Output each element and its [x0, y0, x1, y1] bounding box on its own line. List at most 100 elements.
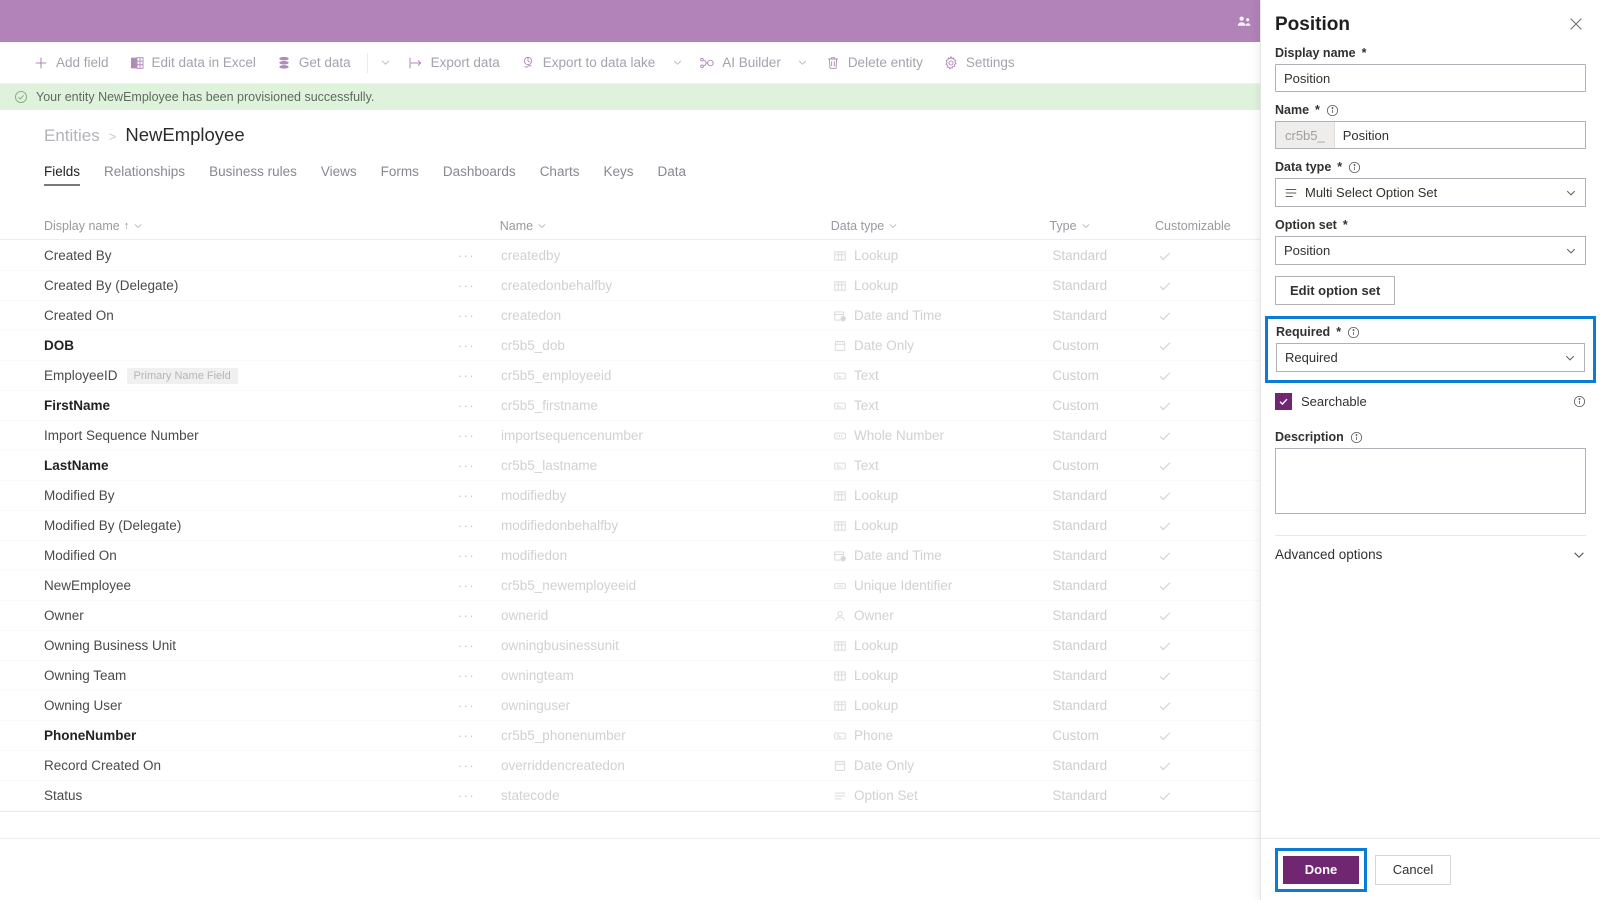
close-panel-button[interactable]	[1566, 14, 1586, 34]
edit-data-in-excel-button[interactable]: Edit data in Excel	[120, 49, 265, 77]
data-type-text: Lookup	[853, 518, 899, 533]
table-row[interactable]: NewEmployee ··· cr5b5_newemployeeid Unique …	[0, 571, 1260, 601]
row-more-options-button[interactable]: ···	[458, 638, 501, 653]
display-name-input[interactable]	[1275, 64, 1586, 92]
settings-button[interactable]: Settings	[934, 49, 1024, 77]
table-row[interactable]: Owning Business Unit ··· owningbusinessuni…	[0, 631, 1260, 661]
table-row[interactable]: Modified By ··· modifiedby Lookup Standard	[0, 481, 1260, 511]
info-icon[interactable]	[1348, 161, 1361, 174]
row-more-options-button[interactable]: ···	[458, 758, 501, 773]
tab-forms[interactable]: Forms	[381, 164, 433, 186]
edit-option-set-button[interactable]: Edit option set	[1275, 276, 1396, 305]
description-textarea[interactable]	[1275, 448, 1586, 514]
ai-builder-chevron[interactable]	[792, 50, 814, 76]
info-icon[interactable]	[1350, 431, 1363, 444]
column-header-display-name-label: Display name	[44, 218, 120, 233]
row-more-options-button[interactable]: ···	[458, 458, 501, 473]
cell-data-type: Text	[833, 398, 1052, 413]
table-row[interactable]: PhoneNumber ··· cr5b5_phonenumber Phone Cust…	[0, 721, 1260, 751]
table-row[interactable]: Modified On ··· modifiedon Date and Time Sta…	[0, 541, 1260, 571]
table-row[interactable]: Owning Team ··· owningteam Lookup Standard	[0, 661, 1260, 691]
required-dropdown[interactable]: Required	[1276, 343, 1585, 372]
row-more-options-button[interactable]: ···	[458, 608, 501, 623]
table-row[interactable]: Status ··· statecode Option Set Standard	[0, 781, 1260, 811]
add-field-button[interactable]: Add field	[24, 49, 118, 77]
app-root: Environ Env1 Add field Edit data in Exce…	[0, 0, 1600, 900]
option-set-dropdown[interactable]: Position	[1275, 236, 1586, 265]
info-icon[interactable]	[1326, 104, 1339, 117]
tab-keys[interactable]: Keys	[603, 164, 647, 186]
table-row[interactable]: Created On ··· createdon Date and Time Stand…	[0, 301, 1260, 331]
success-notification-bar: Your entity NewEmployee has been provisi…	[0, 84, 1260, 110]
table-row[interactable]: Created By ··· createdby Lookup Standard	[0, 241, 1260, 271]
column-header-name[interactable]: Name	[500, 219, 831, 233]
excel-icon	[130, 56, 144, 69]
delete-entity-button[interactable]: Delete entity	[816, 49, 932, 77]
row-more-options-button[interactable]: ···	[458, 518, 501, 533]
row-more-options-button[interactable]: ···	[458, 668, 501, 683]
get-data-button[interactable]: Get data	[267, 49, 360, 77]
tab-views[interactable]: Views	[321, 164, 371, 186]
info-icon[interactable]	[1347, 326, 1360, 339]
data-type-text: Option Set	[853, 788, 918, 803]
breadcrumb-entities[interactable]: Entities	[44, 126, 100, 146]
table-row[interactable]: DOB ··· cr5b5_dob Date Only Custom	[0, 331, 1260, 361]
export-data-button[interactable]: Export data	[399, 49, 509, 77]
cell-name: createdby	[501, 248, 561, 263]
done-button[interactable]: Done	[1283, 855, 1359, 884]
row-more-options-button[interactable]: ···	[458, 398, 501, 413]
row-more-options-button[interactable]: ···	[458, 698, 501, 713]
name-input[interactable]	[1334, 122, 1585, 148]
row-more-options-button[interactable]: ···	[458, 368, 501, 383]
export-data-lake-chevron[interactable]	[666, 50, 688, 76]
cell-customizable	[1158, 669, 1240, 683]
cell-customizable	[1158, 519, 1240, 533]
table-row[interactable]: EmployeeID Primary Name Field ··· cr5b5_emp…	[0, 361, 1260, 391]
tab-charts[interactable]: Charts	[540, 164, 594, 186]
table-row[interactable]: Import Sequence Number ··· importsequencen…	[0, 421, 1260, 451]
tab-data[interactable]: Data	[657, 164, 700, 186]
cell-data-type: Date Only	[833, 758, 1052, 773]
row-more-options-button[interactable]: ···	[458, 548, 501, 563]
cell-name: modifiedby	[501, 488, 567, 503]
column-header-display-name[interactable]: Display name ↑	[44, 219, 457, 233]
column-header-data-type[interactable]: Data type	[831, 219, 1050, 233]
table-row[interactable]: Record Created On ··· overriddencreatedon D…	[0, 751, 1260, 781]
cell-data-type: Date and Time	[833, 548, 1052, 563]
display-name-text: Modified On	[44, 548, 117, 563]
row-more-options-button[interactable]: ···	[458, 578, 501, 593]
field-properties-panel: Position Display name * Name *	[1260, 0, 1600, 900]
tab-fields[interactable]: Fields	[44, 164, 94, 186]
row-more-options-button[interactable]: ···	[458, 248, 501, 263]
cancel-button[interactable]: Cancel	[1375, 854, 1451, 885]
row-more-options-button[interactable]: ···	[458, 488, 501, 503]
searchable-checkbox[interactable]	[1275, 393, 1292, 410]
chevron-down-icon	[381, 60, 390, 65]
tab-relationships[interactable]: Relationships	[104, 164, 199, 186]
export-to-data-lake-button[interactable]: Export to data lake	[511, 49, 665, 77]
column-header-customizable[interactable]: Customizable	[1155, 219, 1240, 233]
edit-data-in-excel-label: Edit data in Excel	[151, 55, 256, 70]
data-type-text: Text	[853, 368, 879, 383]
table-row[interactable]: Owning User ··· owninguser Lookup Standard	[0, 691, 1260, 721]
data-type-dropdown[interactable]: Multi Select Option Set	[1275, 178, 1586, 207]
table-row[interactable]: FirstName ··· cr5b5_firstname Text Custom	[0, 391, 1260, 421]
table-row[interactable]: Owner ··· ownerid Owner Standard	[0, 601, 1260, 631]
row-more-options-button[interactable]: ···	[458, 728, 501, 743]
get-data-chevron[interactable]	[375, 50, 397, 76]
row-more-options-button[interactable]: ···	[458, 278, 501, 293]
tab-dashboards[interactable]: Dashboards	[443, 164, 530, 186]
chevron-down-icon	[1574, 551, 1584, 558]
table-row[interactable]: Modified By (Delegate) ··· modifiedonbehal…	[0, 511, 1260, 541]
row-more-options-button[interactable]: ···	[458, 338, 501, 353]
row-more-options-button[interactable]: ···	[458, 308, 501, 323]
row-more-options-button[interactable]: ···	[458, 788, 501, 803]
row-more-options-button[interactable]: ···	[458, 428, 501, 443]
table-row[interactable]: Created By (Delegate) ··· createdonbehalfb…	[0, 271, 1260, 301]
tab-business-rules[interactable]: Business rules	[209, 164, 311, 186]
info-icon[interactable]	[1573, 395, 1586, 408]
ai-builder-button[interactable]: AI Builder	[690, 49, 790, 77]
column-header-type[interactable]: Type	[1049, 219, 1155, 233]
advanced-options-toggle[interactable]: Advanced options	[1275, 536, 1586, 562]
table-row[interactable]: LastName ··· cr5b5_lastname Text Custom	[0, 451, 1260, 481]
